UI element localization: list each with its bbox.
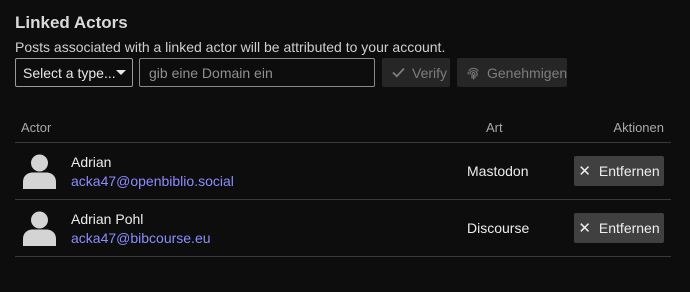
remove-button[interactable]: ✕ Entfernen <box>574 156 664 186</box>
close-icon: ✕ <box>578 162 591 180</box>
user-icon <box>23 211 56 246</box>
link-actor-form: Select a type... Verify Genehmigen <box>15 58 567 87</box>
type-select-value: Select a type... <box>23 64 116 81</box>
linked-actors-panel: Linked Actors Posts associated with a li… <box>0 0 690 292</box>
check-icon <box>392 67 405 78</box>
section-description: Posts associated with a linked actor wil… <box>15 39 446 55</box>
type-select[interactable]: Select a type... <box>15 58 133 87</box>
fingerprint-icon <box>467 67 479 80</box>
actor-type: Mastodon <box>467 163 529 179</box>
actor-type: Discourse <box>467 220 530 236</box>
domain-input[interactable] <box>139 58 375 87</box>
table-header: Actor Art Aktionen <box>15 114 671 143</box>
table-row: Adrian Pohl acka47@bibcourse.eu Discours… <box>15 200 671 257</box>
user-icon <box>23 154 56 189</box>
approve-label: Genehmigen <box>487 64 568 81</box>
column-header-actions: Aktionen <box>613 120 664 135</box>
approve-button[interactable]: Genehmigen <box>457 58 567 87</box>
remove-label: Entfernen <box>598 220 660 236</box>
verify-label: Verify <box>412 64 448 81</box>
caret-down-icon <box>115 70 126 75</box>
column-header-type: Art <box>486 120 503 135</box>
table-row: Adrian acka47@openbiblio.social Mastodon… <box>15 143 671 200</box>
close-icon: ✕ <box>578 219 591 237</box>
linked-actors-table: Actor Art Aktionen Adrian acka47@openbib… <box>15 114 671 257</box>
actor-name: Adrian Pohl <box>71 211 144 227</box>
actor-handle-link[interactable]: acka47@bibcourse.eu <box>71 230 211 246</box>
actor-name: Adrian <box>71 154 112 170</box>
verify-button[interactable]: Verify <box>382 58 450 87</box>
remove-button[interactable]: ✕ Entfernen <box>574 213 664 243</box>
remove-label: Entfernen <box>598 163 660 179</box>
actor-handle-link[interactable]: acka47@openbiblio.social <box>71 173 234 189</box>
section-title: Linked Actors <box>15 13 128 32</box>
column-header-actor: Actor <box>21 120 52 135</box>
